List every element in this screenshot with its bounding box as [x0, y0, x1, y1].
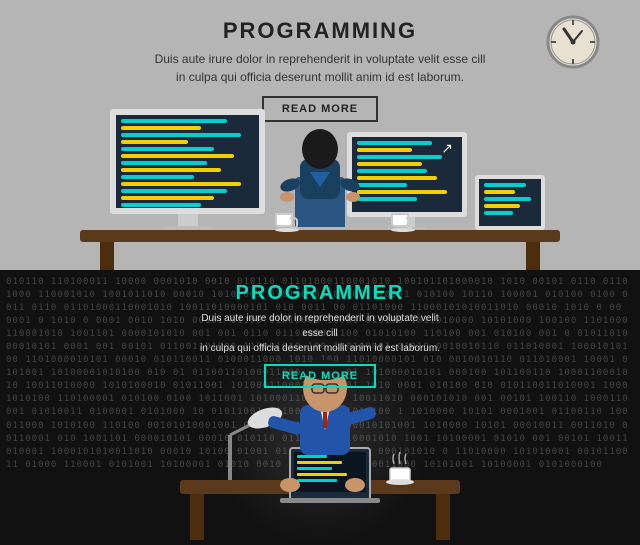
desk-leg-right	[526, 240, 540, 270]
desk-area: ↗	[80, 95, 560, 270]
coffee-cup-right	[391, 213, 415, 232]
screen-left	[110, 109, 265, 214]
bottom-center-content: PROGRAMMER Duis aute irure dolor in repr…	[200, 270, 440, 545]
tablet	[475, 175, 545, 232]
clock-icon	[546, 15, 600, 69]
monitor-right-group: ↗	[347, 132, 545, 232]
desk-scene: ↗	[0, 85, 640, 270]
top-section: PROGRAMMING Duis aute irure dolor in rep…	[0, 0, 640, 270]
monitor-stand-left	[178, 214, 198, 226]
tablet-screen	[475, 175, 545, 230]
screen-right: ↗	[347, 132, 467, 217]
read-more-button-bottom[interactable]: READ MORE	[264, 364, 376, 388]
top-subtitle: Duis aute irure dolor in reprehenderit i…	[155, 50, 486, 86]
top-title: PROGRAMMING	[223, 18, 417, 44]
bottom-section: 010110 110100011 10000 0001010 0010 0101…	[0, 270, 640, 545]
bottom-subtitle: Duis aute irure dolor in reprehenderit i…	[200, 311, 440, 356]
programmer-title: PROGRAMMER	[236, 282, 405, 305]
monitor-left	[110, 109, 265, 232]
desk-leg-left	[100, 240, 114, 270]
coffee-cup-left	[275, 213, 299, 232]
